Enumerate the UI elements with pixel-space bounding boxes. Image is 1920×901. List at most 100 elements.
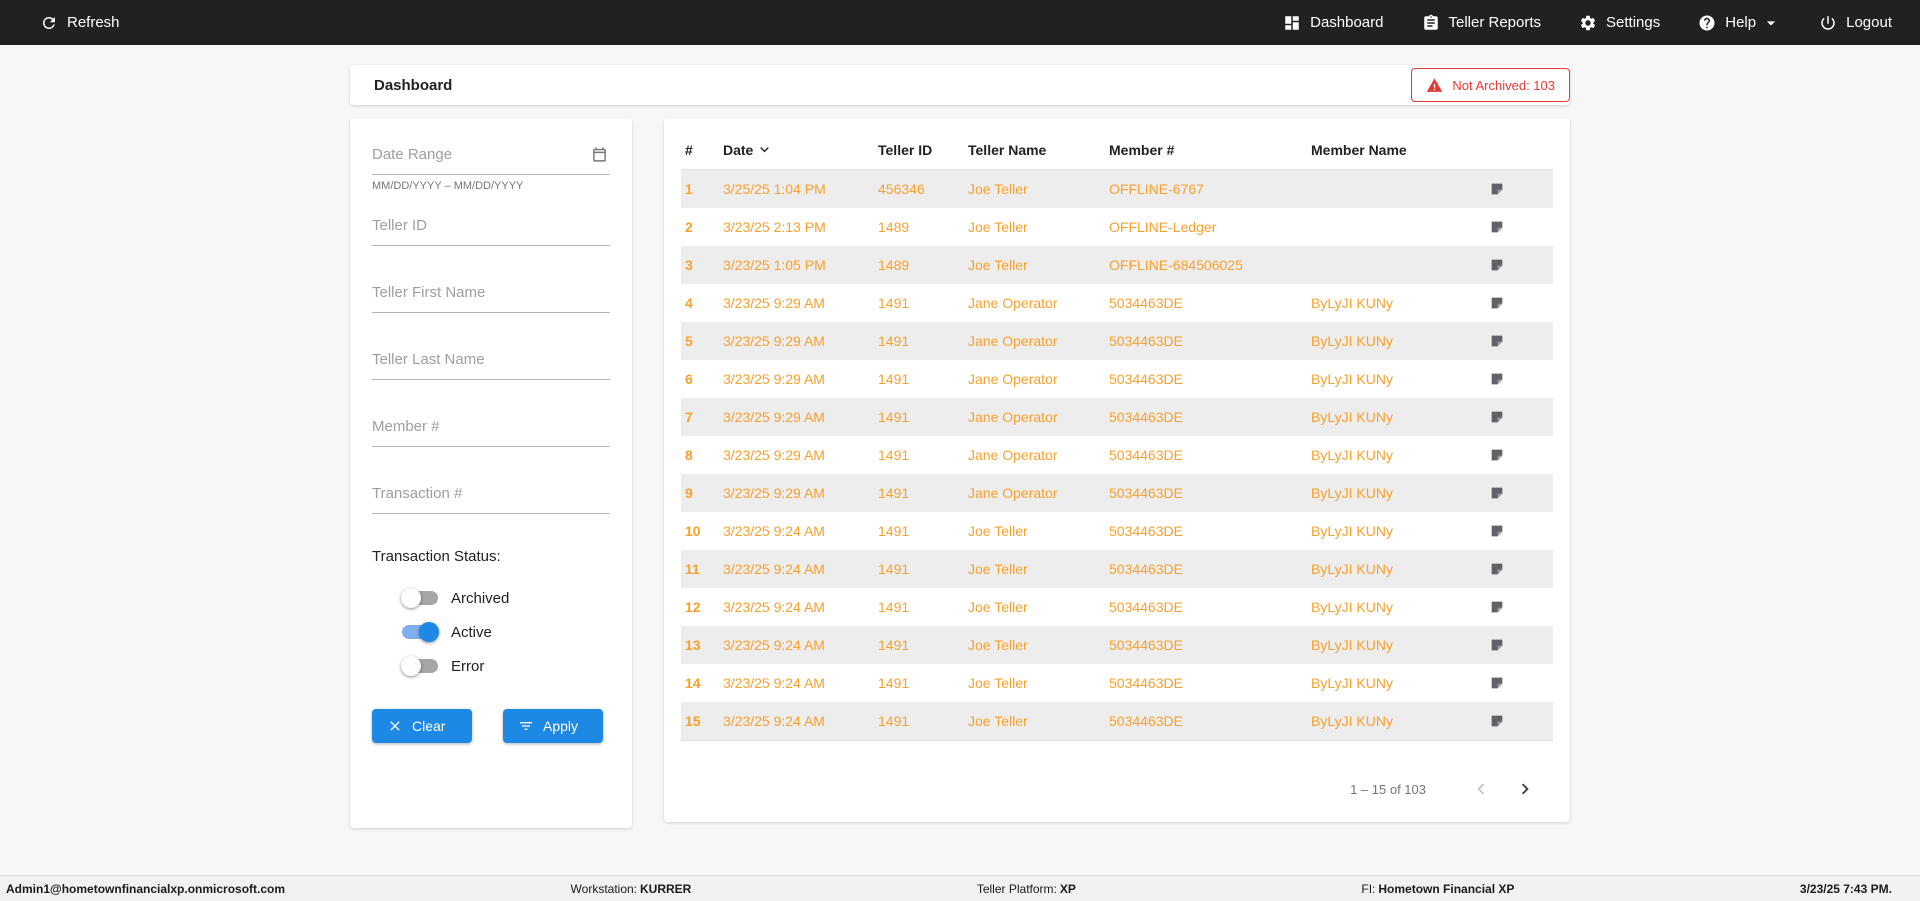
gear-icon xyxy=(1579,14,1597,32)
next-page-button[interactable] xyxy=(1510,774,1540,804)
chevron-right-icon xyxy=(1521,783,1529,795)
refresh-icon xyxy=(40,14,58,32)
row-member-number: OFFLINE-Ledger xyxy=(1109,219,1217,235)
not-archived-badge[interactable]: Not Archived: 103 xyxy=(1411,68,1570,102)
note-icon[interactable] xyxy=(1489,409,1553,425)
main-content: Dashboard Not Archived: 103 MM/DD/YYYY –… xyxy=(350,65,1570,828)
nav-help[interactable]: Help xyxy=(1698,13,1781,33)
fi-value: Hometown Financial XP xyxy=(1378,881,1515,896)
teller-platform-info: Teller Platform: XP xyxy=(977,882,1076,896)
note-icon[interactable] xyxy=(1489,713,1553,729)
refresh-label: Refresh xyxy=(67,14,120,31)
table-row[interactable]: 11 3/23/25 9:24 AM 1491 Joe Teller 50344… xyxy=(681,550,1553,588)
row-member-name: ByLyJI KUNy xyxy=(1311,409,1393,425)
note-icon[interactable] xyxy=(1489,219,1553,235)
table-row[interactable]: 15 3/23/25 9:24 AM 1491 Joe Teller 50344… xyxy=(681,702,1553,740)
active-toggle[interactable] xyxy=(402,622,439,642)
table-row[interactable]: 8 3/23/25 9:29 AM 1491 Jane Operator 503… xyxy=(681,436,1553,474)
column-header-teller-name[interactable]: Teller Name xyxy=(968,142,1109,158)
chevron-down-icon xyxy=(1765,13,1781,33)
row-teller-id: 1491 xyxy=(878,523,910,539)
row-date: 3/23/25 9:29 AM xyxy=(723,371,825,387)
toggle-thumb xyxy=(419,622,439,642)
note-icon[interactable] xyxy=(1489,485,1553,501)
table-row[interactable]: 3 3/23/25 1:05 PM 1489 Joe Teller OFFLIN… xyxy=(681,246,1553,284)
row-member-name: ByLyJI KUNy xyxy=(1311,333,1393,349)
row-teller-name: Joe Teller xyxy=(968,181,1028,197)
archived-toggle[interactable] xyxy=(401,588,438,608)
date-range-input[interactable] xyxy=(372,142,610,175)
note-icon[interactable] xyxy=(1489,333,1553,349)
archived-toggle-label: Archived xyxy=(451,589,510,607)
row-teller-name: Jane Operator xyxy=(968,333,1058,349)
fi-label: FI: xyxy=(1361,881,1376,896)
row-number: 6 xyxy=(685,371,693,387)
teller-last-name-input[interactable] xyxy=(372,347,610,380)
note-icon[interactable] xyxy=(1489,295,1553,311)
note-icon[interactable] xyxy=(1489,181,1553,197)
clear-button[interactable]: Clear xyxy=(372,709,472,743)
calendar-icon[interactable] xyxy=(591,146,608,163)
note-icon[interactable] xyxy=(1489,561,1553,577)
note-icon[interactable] xyxy=(1489,599,1553,615)
previous-page-button[interactable] xyxy=(1466,774,1496,804)
apply-button[interactable]: Apply xyxy=(503,709,603,743)
row-member-number: 5034463DE xyxy=(1109,561,1183,577)
row-number: 11 xyxy=(685,561,700,577)
row-teller-name: Jane Operator xyxy=(968,371,1058,387)
transaction-number-input[interactable] xyxy=(372,481,610,514)
table-row[interactable]: 2 3/23/25 2:13 PM 1489 Joe Teller OFFLIN… xyxy=(681,208,1553,246)
row-date: 3/23/25 1:05 PM xyxy=(723,257,826,273)
table-row[interactable]: 13 3/23/25 9:24 AM 1491 Joe Teller 50344… xyxy=(681,626,1553,664)
table-row[interactable]: 5 3/23/25 9:29 AM 1491 Jane Operator 503… xyxy=(681,322,1553,360)
nav-help-label: Help xyxy=(1725,14,1757,31)
table-row[interactable]: 7 3/23/25 9:29 AM 1491 Jane Operator 503… xyxy=(681,398,1553,436)
column-header-date[interactable]: Date xyxy=(723,141,878,158)
nav-dashboard[interactable]: Dashboard xyxy=(1283,14,1384,32)
row-number: 1 xyxy=(685,181,693,197)
table-row[interactable]: 10 3/23/25 9:24 AM 1491 Joe Teller 50344… xyxy=(681,512,1553,550)
row-member-number: OFFLINE-6767 xyxy=(1109,181,1204,197)
chevron-left-icon xyxy=(1477,783,1485,795)
column-header-teller-id[interactable]: Teller ID xyxy=(878,142,968,158)
row-date: 3/23/25 9:24 AM xyxy=(723,561,825,577)
row-date: 3/23/25 9:29 AM xyxy=(723,447,825,463)
column-header-member-number[interactable]: Member # xyxy=(1109,142,1311,158)
row-teller-id: 1489 xyxy=(878,219,910,235)
table-row[interactable]: 1 3/25/25 1:04 PM 456346 Joe Teller OFFL… xyxy=(681,170,1553,208)
table-row[interactable]: 9 3/23/25 9:29 AM 1491 Jane Operator 503… xyxy=(681,474,1553,512)
note-icon[interactable] xyxy=(1489,257,1553,273)
table-row[interactable]: 14 3/23/25 9:24 AM 1491 Joe Teller 50344… xyxy=(681,664,1553,702)
row-member-number: OFFLINE-684506025 xyxy=(1109,257,1243,273)
note-icon[interactable] xyxy=(1489,675,1553,691)
note-icon[interactable] xyxy=(1489,447,1553,463)
nav-settings[interactable]: Settings xyxy=(1579,14,1660,32)
table-row[interactable]: 6 3/23/25 9:29 AM 1491 Jane Operator 503… xyxy=(681,360,1553,398)
error-toggle[interactable] xyxy=(401,656,438,676)
refresh-button[interactable]: Refresh xyxy=(40,14,120,32)
nav-logout[interactable]: Logout xyxy=(1819,14,1892,32)
row-date: 3/23/25 9:29 AM xyxy=(723,333,825,349)
toggle-row-active: Active xyxy=(372,615,610,649)
active-toggle-label: Active xyxy=(451,623,492,641)
nav-teller-reports[interactable]: Teller Reports xyxy=(1422,14,1541,32)
column-header-member-name[interactable]: Member Name xyxy=(1311,142,1489,158)
row-teller-name: Joe Teller xyxy=(968,257,1028,273)
row-teller-name: Joe Teller xyxy=(968,599,1028,615)
row-number: 5 xyxy=(685,333,693,349)
table-row[interactable]: 12 3/23/25 9:24 AM 1491 Joe Teller 50344… xyxy=(681,588,1553,626)
table-row[interactable]: 4 3/23/25 9:29 AM 1491 Jane Operator 503… xyxy=(681,284,1553,322)
row-date: 3/23/25 9:29 AM xyxy=(723,485,825,501)
teller-first-name-field xyxy=(372,280,610,313)
member-number-input[interactable] xyxy=(372,414,610,447)
power-icon xyxy=(1819,14,1837,32)
note-icon[interactable] xyxy=(1489,637,1553,653)
top-navbar: Refresh Dashboard Teller Reports Setting… xyxy=(0,0,1920,45)
row-date: 3/23/25 9:24 AM xyxy=(723,599,825,615)
teller-id-input[interactable] xyxy=(372,213,610,246)
teller-first-name-input[interactable] xyxy=(372,280,610,313)
row-member-number: 5034463DE xyxy=(1109,485,1183,501)
note-icon[interactable] xyxy=(1489,371,1553,387)
date-range-field: MM/DD/YYYY – MM/DD/YYYY xyxy=(372,142,610,192)
note-icon[interactable] xyxy=(1489,523,1553,539)
